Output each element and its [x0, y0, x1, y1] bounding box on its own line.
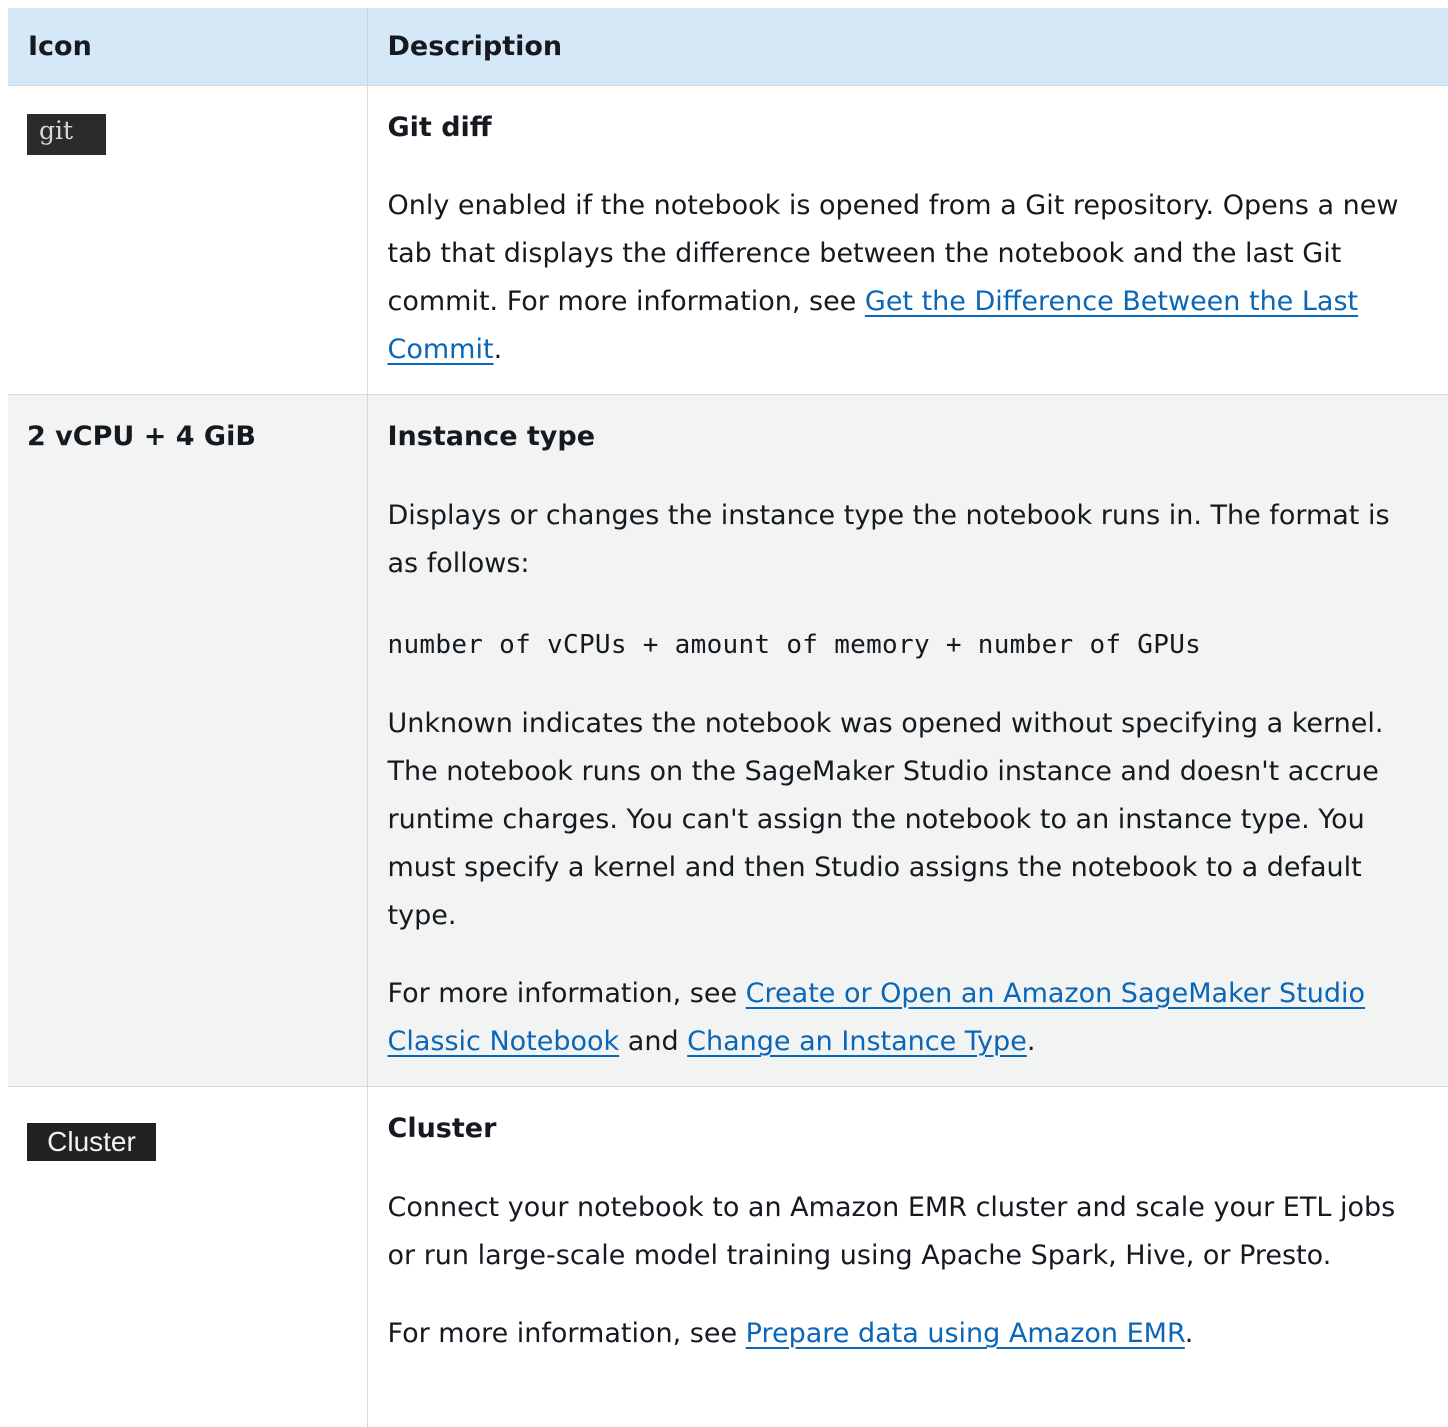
instance-type-title: Instance type: [387, 421, 596, 452]
git-diff-title: Git diff: [387, 112, 492, 143]
instance-more-info-and: and: [619, 1026, 688, 1057]
table-row-instance-type: 2 vCPU + 4 GiB Instance type Displays or…: [8, 394, 1448, 1087]
instance-more-info-period: .: [1026, 1026, 1036, 1057]
cluster-title: Cluster: [387, 1113, 497, 1144]
description-cell-instance: Instance type Displays or changes the in…: [367, 394, 1448, 1087]
git-diff-period: .: [493, 334, 503, 365]
instance-more-info-text: For more information, see: [387, 978, 746, 1009]
instance-type-description: Displays or changes the instance type th…: [387, 500, 1390, 579]
header-icon: Icon: [8, 8, 368, 86]
cluster-icon[interactable]: Cluster: [27, 1123, 156, 1161]
description-cell-git: Git diff Only enabled if the notebook is…: [367, 85, 1448, 395]
git-icon: git: [27, 114, 106, 155]
cluster-more-info-period: .: [1184, 1318, 1194, 1349]
table-row-git-diff: git Git diff Only enabled if the noteboo…: [8, 85, 1448, 395]
instance-type-format-code: number of vCPUs + amount of memory + num…: [387, 630, 1202, 660]
header-description: Description: [367, 8, 1448, 86]
cluster-more-info-text: For more information, see: [387, 1318, 746, 1349]
prepare-data-emr-link[interactable]: Prepare data using Amazon EMR: [746, 1318, 1185, 1349]
change-instance-type-link[interactable]: Change an Instance Type: [687, 1026, 1027, 1057]
icon-cell-cluster: Cluster: [8, 1086, 368, 1427]
instance-type-more-info: For more information, see Create or Open…: [388, 970, 1429, 1066]
instance-type-label[interactable]: 2 vCPU + 4 GiB: [27, 413, 367, 461]
table-header-row: Icon Description: [8, 8, 1448, 86]
cluster-more-info: For more information, see Prepare data u…: [388, 1310, 1429, 1358]
instance-type-unknown-note: Unknown indicates the notebook was opene…: [387, 708, 1384, 931]
icon-description-table: Icon Description git Git diff Only enabl…: [8, 8, 1448, 1427]
table-row-cluster: Cluster Cluster Connect your notebook to…: [8, 1086, 1448, 1427]
cluster-description: Connect your notebook to an Amazon EMR c…: [387, 1192, 1396, 1271]
icon-cell-instance: 2 vCPU + 4 GiB: [8, 394, 368, 1087]
icon-cell-git: git: [8, 85, 368, 395]
git-diff-description: Only enabled if the notebook is opened f…: [388, 182, 1429, 374]
description-cell-cluster: Cluster Connect your notebook to an Amaz…: [367, 1086, 1448, 1427]
